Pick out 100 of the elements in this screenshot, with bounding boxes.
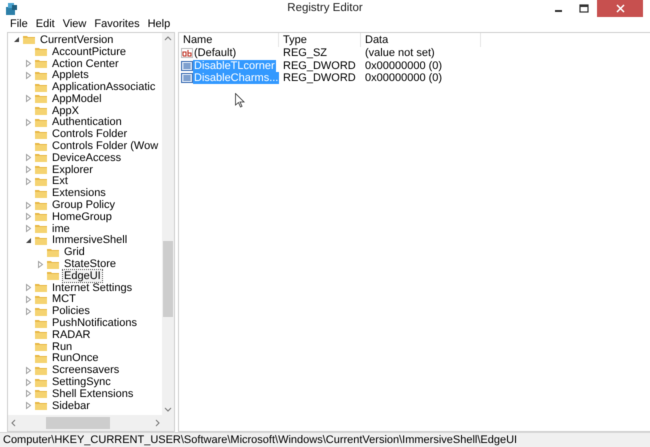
tree-item[interactable]: Shell Extensions [51, 388, 134, 400]
vertical-scrollbar[interactable] [162, 33, 174, 415]
window-title: Registry Editor [287, 1, 363, 16]
tree-item[interactable]: Screensavers [51, 364, 120, 376]
tree-item[interactable]: Internet Settings [51, 282, 134, 294]
folder-icon [46, 270, 60, 282]
tree-item[interactable]: CurrentVersion [39, 34, 114, 46]
tree-item[interactable]: ApplicationAssociatic [51, 81, 156, 94]
folder-icon [34, 93, 48, 104]
expand-arrow-icon[interactable] [24, 153, 33, 162]
tree-item[interactable]: Extensions [51, 187, 107, 200]
menu-item[interactable]: View [58, 17, 90, 32]
tree-item[interactable]: Ext [51, 175, 69, 188]
close-button[interactable] [597, 0, 644, 17]
scrollbar-thumb[interactable] [46, 417, 110, 429]
collapse-arrow-icon[interactable] [12, 35, 21, 44]
expand-arrow-icon[interactable] [24, 118, 33, 127]
tree-item[interactable]: Controls Folder [51, 128, 128, 140]
tree-item[interactable]: StateStore [63, 258, 117, 270]
expand-arrow-icon[interactable] [24, 283, 33, 292]
value-data: (value not set) [364, 47, 436, 60]
expand-arrow-icon[interactable] [24, 94, 33, 104]
scrollbar-thumb[interactable] [163, 241, 173, 317]
tree-item[interactable]: ImmersiveShell [51, 234, 128, 246]
folder-icon [34, 364, 48, 376]
scroll-down-icon[interactable] [164, 407, 172, 412]
folder-icon [34, 140, 48, 152]
expand-arrow-icon[interactable] [24, 58, 33, 68]
column-header[interactable]: Type [279, 33, 361, 47]
value-type: REG_DWORD [282, 60, 357, 72]
expand-arrow-icon[interactable] [24, 294, 33, 304]
string-value-icon [181, 48, 193, 58]
folder-icon [34, 188, 48, 199]
value-name[interactable]: (Default) [193, 47, 238, 60]
tree-item[interactable]: MCT [51, 293, 77, 306]
folder-icon [34, 400, 48, 412]
tree-item[interactable]: Policies [51, 305, 91, 318]
expand-arrow-icon[interactable] [24, 176, 33, 186]
tree-item[interactable]: SettingSync [51, 376, 112, 388]
collapse-arrow-icon[interactable] [24, 236, 33, 245]
tree-item[interactable]: Run [51, 340, 74, 353]
folder-icon [34, 46, 48, 58]
tree-item[interactable]: HomeGroup [51, 210, 113, 223]
expand-arrow-icon[interactable] [24, 212, 33, 222]
folder-icon [34, 329, 48, 340]
tree-item[interactable]: AccountPicture [51, 46, 127, 58]
tree-item[interactable]: AppX [51, 104, 80, 117]
tree-item[interactable]: Authentication [51, 116, 123, 128]
folder-icon [34, 116, 48, 128]
folder-icon [34, 200, 48, 211]
tree-item[interactable]: RADAR [51, 328, 92, 341]
scroll-right-icon[interactable] [155, 419, 160, 427]
scroll-up-icon[interactable] [164, 36, 172, 41]
binary-value-icon [181, 73, 193, 84]
value-data: 0x00000000 (0) [364, 72, 444, 84]
tree-item[interactable]: Grid [63, 246, 86, 258]
tree-item[interactable]: AppModel [51, 92, 103, 105]
expand-arrow-icon[interactable] [24, 378, 33, 386]
expand-arrow-icon[interactable] [36, 260, 45, 269]
tree-item[interactable]: DeviceAccess [51, 152, 122, 164]
tree-item[interactable]: EdgeUI [63, 270, 102, 282]
expand-arrow-icon[interactable] [24, 389, 33, 398]
tree-item[interactable]: Applets [51, 69, 90, 82]
tree-item[interactable]: Group Policy [51, 199, 116, 212]
horizontal-scrollbar[interactable] [8, 415, 174, 431]
expand-arrow-icon[interactable] [24, 306, 33, 316]
folder-icon [34, 152, 48, 164]
folder-icon [34, 70, 48, 81]
folder-icon [46, 246, 60, 258]
folder-icon [34, 105, 48, 116]
folder-icon [34, 388, 48, 400]
scroll-left-icon[interactable] [11, 419, 16, 427]
mouse-cursor-icon [235, 93, 245, 108]
status-bar: Computer\HKEY_CURRENT_USER\Software\Microsoft\Windows\CurrentVersion\ImmersiveShell\EdgeUI [0, 432, 650, 447]
tree-item[interactable]: Controls Folder (Wow [51, 140, 160, 152]
tree-item[interactable]: Explorer [51, 164, 94, 176]
expand-arrow-icon[interactable] [24, 401, 33, 410]
folder-icon [34, 234, 48, 246]
column-header[interactable]: Name [179, 33, 279, 47]
folder-icon [34, 282, 48, 294]
maximize-icon [579, 4, 590, 13]
menu-item[interactable]: Edit [32, 17, 59, 32]
menu-item[interactable]: Help [144, 17, 174, 32]
tree-item[interactable]: RunOnce [51, 352, 100, 364]
expand-arrow-icon[interactable] [24, 165, 33, 174]
folder-icon [34, 58, 48, 69]
menu-item[interactable]: File [6, 17, 32, 32]
tree-item[interactable]: ime [51, 222, 71, 235]
expand-arrow-icon[interactable] [24, 70, 33, 80]
tree-item[interactable]: PushNotifications [51, 317, 138, 330]
value-type: REG_DWORD [282, 72, 357, 84]
tree-item[interactable]: Action Center [51, 58, 120, 70]
expand-arrow-icon[interactable] [24, 366, 33, 375]
tree-item[interactable]: Sidebar [51, 400, 91, 412]
column-header[interactable]: Data [361, 33, 481, 47]
folder-icon [22, 34, 36, 46]
menu-item[interactable]: Favorites [90, 17, 144, 32]
expand-arrow-icon[interactable] [24, 200, 33, 210]
folder-icon [34, 294, 48, 305]
close-icon [616, 4, 625, 13]
